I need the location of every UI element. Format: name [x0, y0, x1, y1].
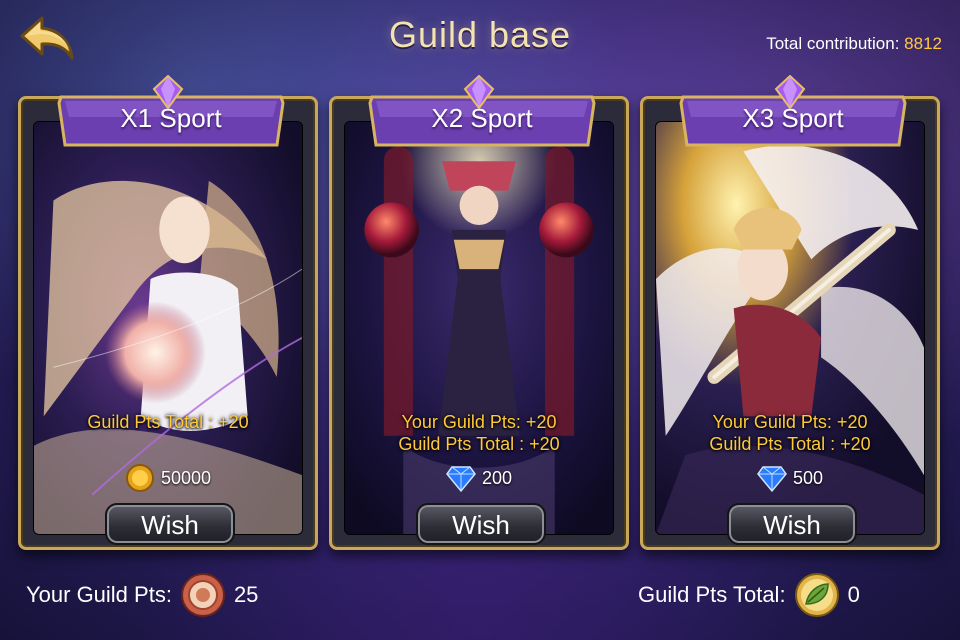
gold-coin-icon	[125, 463, 155, 493]
card-line-1: Your Guild Pts: +20	[712, 412, 868, 432]
wish-card-x2: Your Guild Pts: +20 Guild Pts Total : +2…	[329, 74, 629, 550]
guild-pts-total-label: Guild Pts Total:	[638, 582, 786, 607]
your-guild-pts-value: 25	[233, 582, 259, 607]
guild-pts-total: Guild Pts Total: 0	[638, 572, 860, 618]
wish-button[interactable]: Wish	[727, 503, 857, 545]
guild-token-icon	[180, 572, 226, 618]
card-cost-value: 50000	[160, 467, 212, 488]
diamond-icon	[757, 463, 787, 493]
total-contribution-label: Total contribution:	[766, 34, 900, 53]
total-contribution: Total contribution: 8812	[766, 34, 942, 54]
card-cost-value: 500	[792, 467, 824, 488]
total-contribution-value: 8812	[904, 34, 942, 53]
wish-card-x1: Guild Pts Total : +20 X1 Sport 50000 Wis…	[18, 74, 318, 550]
card-line-1: Your Guild Pts: +20	[401, 412, 557, 432]
card-line-2: Guild Pts Total : +20	[398, 434, 560, 454]
card-line-2: Guild Pts Total : +20	[709, 434, 871, 454]
your-guild-pts: Your Guild Pts: 25	[26, 572, 258, 618]
purple-gem-icon	[462, 74, 496, 110]
wish-button[interactable]: Wish	[416, 503, 546, 545]
card-cost: 500	[643, 461, 937, 495]
guild-pts-total-value: 0	[847, 582, 860, 607]
wish-card-x3: Your Guild Pts: +20 Guild Pts Total : +2…	[640, 74, 940, 550]
purple-gem-icon	[151, 74, 185, 110]
card-line-2: Guild Pts Total : +20	[87, 412, 249, 432]
purple-gem-icon	[773, 74, 807, 110]
card-cost: 50000	[21, 461, 315, 495]
your-guild-pts-label: Your Guild Pts:	[26, 582, 172, 607]
leaf-emblem-icon	[794, 572, 840, 618]
card-cost-value: 200	[481, 467, 513, 488]
wish-button[interactable]: Wish	[105, 503, 235, 545]
diamond-icon	[446, 463, 476, 493]
card-cost: 200	[332, 461, 626, 495]
